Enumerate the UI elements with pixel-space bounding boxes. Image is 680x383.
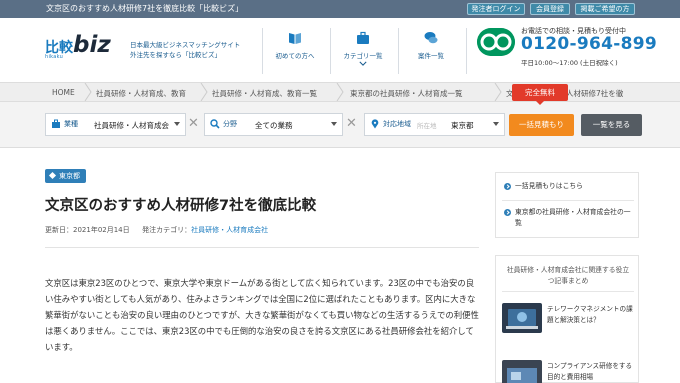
article-intro: 文京区は東京23区のひとつで、東京大学や東京ドームがある街として広く知られていま… [45, 278, 479, 352]
nav-projects[interactable]: 案件一覧 [401, 30, 461, 60]
chevron-down-icon [493, 122, 499, 126]
area-select[interactable]: 対応地域 所在地 東京都 [364, 113, 505, 136]
site-logo[interactable]: 比較biz hikaku [45, 32, 111, 60]
industry-select[interactable]: 業種 社員研修・人材育成会 [45, 113, 186, 136]
tagline-line-1: 日本最大級ビジネスマッチングサイト [130, 41, 241, 49]
category-link[interactable]: 社員研修・人材育成会社 [191, 226, 268, 234]
breadcrumb-separator-icon [494, 83, 502, 101]
category-label: 発注カテゴリ： [142, 226, 192, 234]
related-article-title: コンプライアンス研修をする目的と費用相場 [547, 362, 633, 381]
area-value: 東京都 [451, 121, 474, 130]
breadcrumb-category-list[interactable]: 社員研修・人材育成、教育一覧 [212, 88, 317, 99]
chat-icon [424, 32, 438, 44]
tagline-line-2: 外注先を探すなら「比較ビズ」 [130, 51, 221, 59]
sidebar-link-company-list[interactable]: 東京都の社員研修・人材育成会社の一覧 [504, 207, 634, 229]
listing-request-button[interactable]: 掲載ご希望の方 [575, 3, 635, 15]
logo-sub: hikaku [45, 54, 64, 60]
freedial-icon [477, 28, 515, 56]
clear-field-icon[interactable]: ✕ [346, 117, 357, 131]
related-articles-heading: 社員研修・人材育成会社に関連する役立つ記事まとめ [506, 266, 630, 285]
logo-biz: biz [73, 32, 111, 58]
area-placeholder: 所在地 [417, 122, 437, 130]
sidebar-link-company-list-label: 東京都の社員研修・人材育成会社の一覧 [515, 208, 631, 227]
breadcrumb: HOME 社員研修・人材育成、教育 社員研修・人材育成、教育一覧 東京都の社員研… [0, 82, 680, 102]
chevron-down-icon [331, 122, 337, 126]
related-article-item[interactable]: コンプライアンス研修をする目的と費用相場 [502, 360, 634, 383]
login-button[interactable]: 発注者ログイン [467, 3, 525, 15]
search-icon [210, 119, 220, 129]
nav-categories-label: カテゴリ一覧 [343, 52, 383, 60]
nav-beginners-label: 初めての方へ [275, 52, 315, 60]
breadcrumb-separator-icon [84, 83, 92, 101]
site-header: 比較biz hikaku 日本最大級ビジネスマッチングサイト 外注先を探すなら「… [0, 18, 680, 82]
arrow-circle-icon [504, 183, 511, 190]
page-title: 文京区のおすすめ人材研修7社を徹底比較 [45, 198, 317, 214]
related-article-item[interactable]: テレワークマネジメントの課題と解決策とは？ [502, 303, 634, 333]
sidebar-link-quote-label: 一括見積もりはこちら [515, 182, 583, 190]
field-label: 分野 [205, 114, 237, 135]
related-articles: 社員研修・人材育成会社に関連する役立つ記事まとめ テレワークマネジメントの課題と… [495, 255, 639, 383]
breadcrumb-separator-icon [336, 83, 344, 101]
field-select[interactable]: 分野 全ての業務 [204, 113, 343, 136]
free-badge: 完全無料 [512, 84, 568, 105]
sidebar-links: 一括見積もりはこちら 東京都の社員研修・人材育成会社の一覧 [495, 172, 639, 238]
chevron-down-icon [359, 61, 367, 66]
breadcrumb-separator-icon [200, 83, 208, 101]
field-value: 全ての業務 [255, 121, 293, 130]
chevron-down-icon [174, 122, 180, 126]
article-thumbnail [502, 360, 542, 383]
tagline: 日本最大級ビジネスマッチングサイト 外注先を探すなら「比較ビズ」 [130, 40, 240, 60]
map-pin-icon [371, 119, 379, 129]
book-icon [289, 33, 301, 44]
article-thumbnail [502, 303, 542, 333]
phone-number[interactable]: 0120-964-899 [521, 34, 657, 54]
tag-icon [48, 171, 57, 180]
search-bar: 業種 社員研修・人材育成会 ✕ 分野 全ての業務 ✕ 対応地域 所在地 東京都 … [0, 102, 680, 148]
prefecture-tag-label: 東京都 [59, 172, 80, 180]
briefcase-icon [52, 119, 60, 128]
article-meta: 更新日：2021年02月14日 発注カテゴリ：社員研修・人材育成会社 [45, 225, 268, 235]
phone-hours: 平日10:00～17:00 (土日祝除く) [521, 59, 618, 67]
arrow-circle-icon [504, 209, 511, 216]
nav-projects-label: 案件一覧 [418, 52, 444, 60]
updated-date: 更新日：2021年02月14日 [45, 226, 130, 234]
related-article-title: テレワークマネジメントの課題と解決策とは？ [547, 305, 633, 324]
area-label: 対応地域 [365, 114, 411, 135]
register-button[interactable]: 会員登録 [530, 3, 570, 15]
divider [45, 247, 479, 248]
breadcrumb-prefecture-list[interactable]: 東京都の社員研修・人材育成一覧 [350, 88, 463, 99]
clear-industry-icon[interactable]: ✕ [188, 117, 199, 131]
industry-label: 業種 [46, 114, 78, 135]
briefcase-icon [357, 31, 369, 44]
nav-beginners[interactable]: 初めての方へ [265, 30, 325, 60]
top-bar: 文京区のおすすめ人材研修7社を徹底比較「比較ビズ」 発注者ログイン 会員登録 掲… [0, 0, 680, 18]
sidebar-link-quote[interactable]: 一括見積もりはこちら [504, 181, 634, 192]
bulk-quote-button[interactable]: 一括見積もり [509, 114, 574, 136]
breadcrumb-category[interactable]: 社員研修・人材育成、教育 [96, 88, 186, 99]
prefecture-tag[interactable]: 東京都 [45, 169, 86, 183]
industry-value: 社員研修・人材育成会 [94, 121, 169, 130]
view-list-button[interactable]: 一覧を見る [581, 114, 642, 136]
page-heading-small: 文京区のおすすめ人材研修7社を徹底比較「比較ビズ」 [46, 4, 244, 13]
nav-categories[interactable]: カテゴリ一覧 [333, 30, 393, 66]
breadcrumb-home[interactable]: HOME [52, 88, 75, 97]
